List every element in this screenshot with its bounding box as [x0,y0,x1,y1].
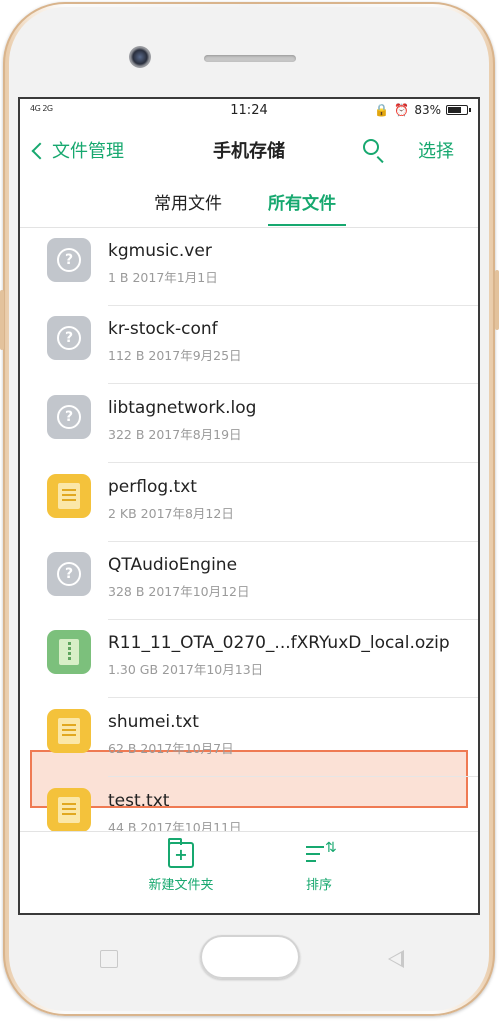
text-file-icon [47,474,91,518]
sort-arrows-icon: ⇅ [325,840,337,856]
power-button [495,270,499,330]
sort-label: 排序 [305,878,332,893]
battery-icon [446,105,471,115]
zip-file-icon [47,630,91,674]
file-name: shumei.txt [108,712,199,732]
divider [108,776,478,777]
new-folder-button[interactable]: 新建文件夹 [136,838,226,893]
file-name: perflog.txt [108,477,197,497]
top-bar: 文件管理 手机存储 选择 [20,125,478,171]
file-row[interactable]: ? kr-stock-conf 112 B 2017年9月25日 [20,306,478,384]
status-bar: 4G 2G 11:24 🔒 ⏰ 83% [20,99,478,123]
tab-all-files[interactable]: 所有文件 [268,189,336,214]
divider [108,462,478,463]
active-tab-underline [268,224,346,226]
text-file-icon [47,788,91,832]
unknown-file-icon: ? [47,395,91,439]
unknown-file-icon: ? [47,238,91,282]
file-name: R11_11_OTA_0270_...fXRYuxD_local.ozip [108,633,450,653]
file-row-selected[interactable]: R11_11_OTA_0270_...fXRYuxD_local.ozip 1.… [20,620,478,698]
battery-percent: 83% [414,103,441,117]
file-name: QTAudioEngine [108,555,238,575]
file-row[interactable]: ? QTAudioEngine 328 B 2017年10月12日 [20,542,478,620]
divider [108,697,478,698]
sort-button[interactable]: ⇅ 排序 [274,840,364,893]
unknown-file-icon: ? [47,316,91,360]
battery-fill [448,107,461,113]
lock-icon: 🔒 [374,103,390,117]
new-folder-icon [168,838,194,868]
earpiece [204,55,296,62]
file-meta: 1 B 2017年1月1日 [108,270,218,285]
file-meta: 1.30 GB 2017年10月13日 [108,662,264,677]
front-camera [129,46,151,68]
unknown-file-icon: ? [47,552,91,596]
file-row[interactable]: perflog.txt 2 KB 2017年8月12日 [20,464,478,542]
new-folder-label: 新建文件夹 [148,878,214,893]
tab-common-files[interactable]: 常用文件 [154,189,222,214]
file-meta: 328 B 2017年10月12日 [108,584,250,599]
file-name: test.txt [108,791,170,811]
file-row[interactable]: ? libtagnetwork.log 322 B 2017年8月19日 [20,385,478,463]
page-title: 手机存储 [213,141,285,162]
file-meta: 112 B 2017年9月25日 [108,348,242,363]
file-meta: 62 B 2017年10月7日 [108,741,234,756]
status-right: 🔒 ⏰ 83% [374,103,471,117]
file-meta: 2 KB 2017年8月12日 [108,506,234,521]
file-name: kr-stock-conf [108,319,218,339]
bottom-bar: 新建文件夹 ⇅ 排序 [20,831,478,913]
text-file-icon [47,709,91,753]
file-name: kgmusic.ver [108,241,212,261]
file-meta: 322 B 2017年8月19日 [108,427,242,442]
volume-button [0,290,4,350]
file-row[interactable]: ? kgmusic.ver 1 B 2017年1月1日 [20,228,478,306]
file-row[interactable]: shumei.txt 62 B 2017年10月7日 [20,699,478,777]
sort-icon: ⇅ [306,840,337,868]
alarm-icon: ⏰ [394,103,410,117]
file-name: libtagnetwork.log [108,398,257,418]
select-button[interactable]: 选择 [418,137,454,163]
screen: 4G 2G 11:24 🔒 ⏰ 83% 文件管理 手机存储 选择 常用文件 所有… [18,97,480,915]
divider [108,383,478,384]
tab-bar: 常用文件 所有文件 [20,177,478,228]
search-icon[interactable] [363,139,379,155]
